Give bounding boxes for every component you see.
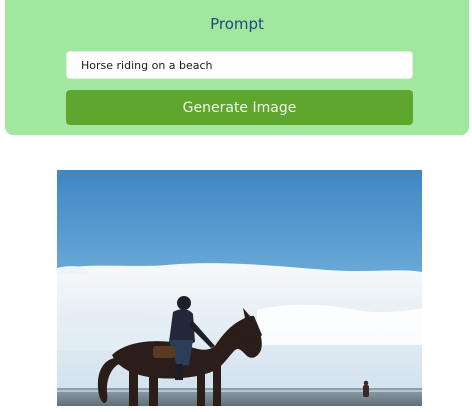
prompt-input[interactable] xyxy=(66,51,413,79)
prompt-title: Prompt xyxy=(210,15,264,33)
prompt-panel: Prompt Generate Image xyxy=(5,0,469,135)
generate-image-button[interactable]: Generate Image xyxy=(66,90,413,125)
generated-image xyxy=(57,170,422,406)
